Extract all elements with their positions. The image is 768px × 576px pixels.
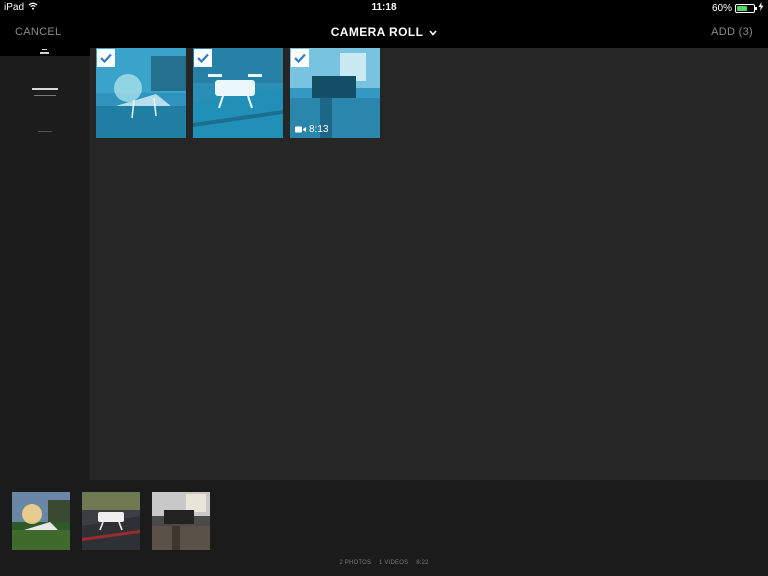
- add-button[interactable]: ADD (3): [711, 26, 753, 38]
- tray-photo-thumbnail: [12, 492, 70, 550]
- video-count: 1 VIDEOS: [379, 560, 409, 566]
- media-grid: 8:13: [90, 48, 768, 480]
- album-title-button[interactable]: CAMERA ROLL: [331, 25, 438, 39]
- selected-check-icon[interactable]: [291, 49, 309, 67]
- total-duration: 8:22: [416, 560, 429, 566]
- media-item-photo[interactable]: [193, 48, 283, 138]
- selection-tray: 2 PHOTOS 1 VIDEOS 8:22: [0, 480, 768, 576]
- video-duration-badge: 8:13: [295, 124, 328, 135]
- nav-bar: CANCEL CAMERA ROLL ADD (3): [0, 14, 768, 48]
- video-duration: 8:13: [309, 124, 329, 135]
- status-right: 60%: [712, 2, 764, 14]
- status-bar: iPad 11:18 60%: [0, 0, 768, 14]
- preview-panel-header: [0, 48, 90, 56]
- preview-text: [34, 95, 56, 96]
- tray-item-photo[interactable]: [82, 492, 140, 550]
- preview-panel: [0, 48, 90, 480]
- media-item-photo[interactable]: [96, 48, 186, 138]
- battery-icon: [735, 3, 757, 13]
- battery-level-fill: [737, 5, 747, 11]
- preview-text: [32, 88, 58, 90]
- preview-text: [38, 131, 52, 132]
- album-title: CAMERA ROLL: [330, 25, 424, 39]
- selected-check-icon[interactable]: [194, 49, 212, 67]
- tray-video-thumbnail: [152, 492, 210, 550]
- selected-check-icon[interactable]: [97, 49, 115, 67]
- media-item-video[interactable]: 8:13: [290, 48, 380, 138]
- battery-nub: [755, 6, 757, 10]
- photo-count: 2 PHOTOS: [339, 560, 372, 566]
- selection-summary: 2 PHOTOS 1 VIDEOS 8:22: [0, 560, 768, 566]
- status-time: 11:18: [371, 2, 397, 13]
- charging-icon: [758, 2, 764, 14]
- preview-mark: [40, 52, 49, 54]
- album-picker: CAMERA ROLL: [0, 25, 768, 39]
- battery-percent: 60%: [711, 2, 732, 14]
- tray-photo-thumbnail: [82, 492, 140, 550]
- preview-mark: [42, 49, 47, 50]
- video-camera-icon: [295, 126, 306, 133]
- tray-item-photo[interactable]: [12, 492, 70, 550]
- tray-item-video[interactable]: [152, 492, 210, 550]
- chevron-down-icon: [429, 25, 437, 39]
